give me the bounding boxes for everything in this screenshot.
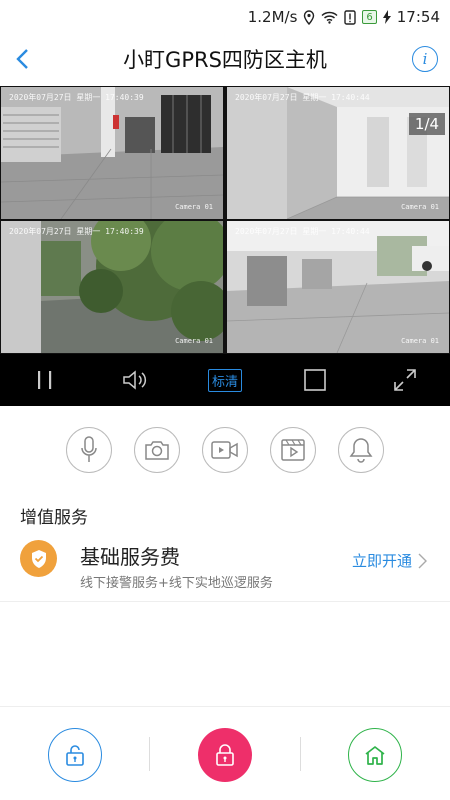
snapshot-button[interactable] (134, 427, 180, 473)
playback-icon (281, 439, 305, 461)
camera-feed-image (1, 87, 223, 219)
battery-icon: 6 (362, 10, 377, 24)
intercom-button[interactable] (66, 427, 112, 473)
speaker-icon (123, 370, 147, 390)
service-item-basic[interactable]: 基础服务费 线下接警服务+线下实地巡逻服务 立即开通 (0, 530, 450, 602)
bell-icon (349, 438, 373, 463)
fullscreen-icon (394, 369, 416, 391)
camera-timestamp: 2020年07月27日 星期一 17:40:39 (9, 227, 144, 236)
volume-button[interactable] (115, 360, 155, 400)
camera-feed-image (227, 87, 449, 219)
back-button[interactable] (8, 44, 36, 74)
arm-button[interactable] (198, 728, 252, 782)
activate-label: 立即开通 (352, 552, 413, 570)
camera-label: Camera 01 (175, 337, 213, 345)
alert-icon (344, 9, 357, 25)
camera-tile-2[interactable]: 2020年07月27日 星期一 17:40:44 Camera 01 1/4 (227, 87, 449, 219)
camera-timestamp: 2020年07月27日 星期一 17:40:44 (235, 93, 370, 102)
camera-icon (145, 441, 169, 460)
wifi-icon (321, 11, 338, 24)
quality-label: 标清 (207, 368, 242, 392)
camera-timestamp: 2020年07月27日 星期一 17:40:44 (235, 227, 370, 236)
record-button[interactable] (202, 427, 248, 473)
chevron-right-icon (418, 553, 428, 568)
home-icon (365, 746, 385, 765)
quality-button[interactable]: 标清 (205, 360, 245, 400)
unlock-icon (66, 745, 84, 766)
info-button[interactable]: i (412, 46, 438, 72)
activate-now-link[interactable]: 立即开通 (352, 550, 428, 571)
location-icon (303, 9, 315, 25)
camera-feed-image (1, 221, 223, 353)
single-view-button[interactable] (295, 360, 335, 400)
mic-icon (81, 436, 97, 462)
page-title: 小盯GPRS四防区主机 (123, 48, 327, 72)
camera-grid[interactable]: 2020年07月27日 星期一 17:40:39 Camera 01 2020年… (0, 86, 450, 354)
app-header: 小盯GPRS四防区主机 i (0, 34, 450, 84)
home-mode-button[interactable] (348, 728, 402, 782)
service-description: 线下接警服务+线下实地巡逻服务 (80, 576, 273, 591)
clock-time: 17:54 (396, 8, 440, 26)
network-speed: 1.2M/s (247, 8, 298, 26)
camera-tile-1[interactable]: 2020年07月27日 星期一 17:40:39 Camera 01 (1, 87, 223, 219)
pause-icon (38, 371, 52, 389)
pause-button[interactable] (25, 360, 65, 400)
alarm-button[interactable] (338, 427, 384, 473)
page-indicator: 1/4 (409, 113, 445, 135)
bottom-action-bar (0, 706, 450, 800)
section-title: 增值服务 (20, 508, 88, 528)
camera-timestamp: 2020年07月27日 星期一 17:40:39 (9, 93, 144, 102)
shield-icon (20, 540, 57, 577)
divider (300, 737, 301, 771)
camera-label: Camera 01 (401, 337, 439, 345)
lock-icon (216, 744, 234, 766)
service-name: 基础服务费 (80, 545, 180, 569)
action-row (0, 427, 450, 477)
camera-feed-image (227, 221, 449, 353)
camera-label: Camera 01 (401, 203, 439, 211)
disarm-button[interactable] (48, 728, 102, 782)
charging-icon (382, 10, 391, 24)
video-record-icon (211, 441, 238, 459)
fullscreen-button[interactable] (385, 360, 425, 400)
camera-label: Camera 01 (175, 203, 213, 211)
camera-tile-4[interactable]: 2020年07月27日 星期一 17:40:44 Camera 01 (227, 221, 449, 353)
chevron-left-icon (16, 49, 28, 69)
status-bar: 1.2M/s 6 17:54 (0, 0, 450, 34)
playback-button[interactable] (270, 427, 316, 473)
camera-tile-3[interactable]: 2020年07月27日 星期一 17:40:39 Camera 01 (1, 221, 223, 353)
square-icon (304, 369, 326, 391)
divider (149, 737, 150, 771)
video-control-bar: 标清 (0, 354, 450, 406)
